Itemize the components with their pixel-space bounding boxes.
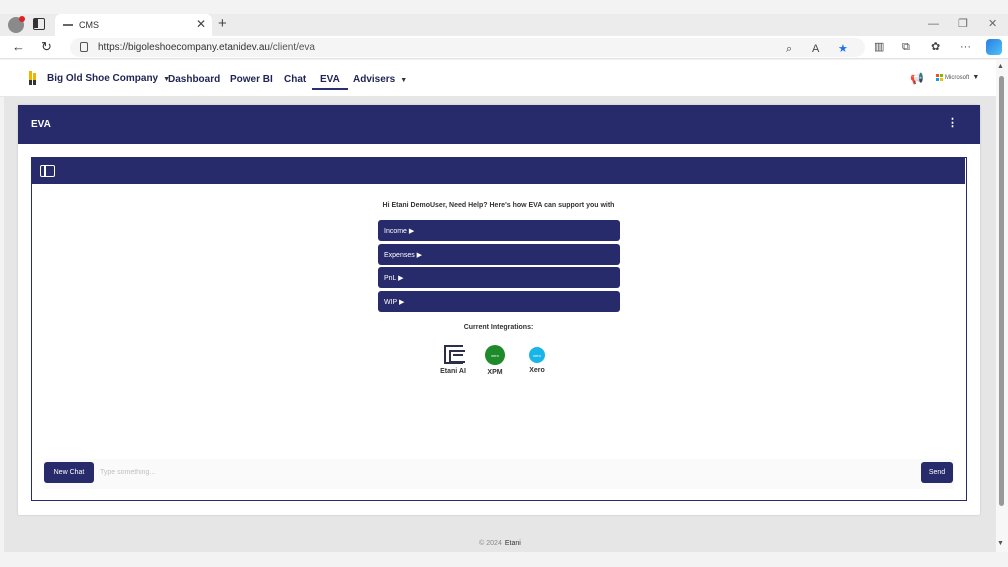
url-text: https://bigoleshoecompany.etanidev.au/cl… (98, 42, 315, 53)
etani-icon (443, 345, 465, 364)
main-content: EVA ⋮ Hi Etani DemoUser, Need Help? Here… (4, 97, 996, 552)
tab-favicon-icon (63, 24, 73, 26)
scroll-up-icon[interactable]: ▲ (997, 63, 1004, 70)
tab-actions-icon[interactable] (33, 18, 45, 30)
maximize-icon[interactable]: ❐ (958, 16, 968, 32)
option-pnl[interactable]: PnL ▶ (378, 267, 620, 288)
footer-copyright: © 2024 (479, 540, 502, 547)
profile-icon[interactable] (8, 16, 25, 33)
xpm-icon: xero (485, 345, 505, 365)
account-label: Microsoft (945, 74, 970, 81)
card-header: EVA ⋮ (18, 105, 980, 144)
sidebar-toggle-icon[interactable] (40, 165, 55, 177)
address-bar: ← ↻ https://bigoleshoecompany.etanidev.a… (0, 36, 1008, 59)
more-icon[interactable]: ··· (960, 40, 971, 54)
integration-label: XPM (487, 369, 503, 376)
company-dropdown[interactable]: Big Old Shoe Company ▼ (47, 73, 170, 84)
copilot-icon[interactable] (986, 39, 1002, 55)
scroll-down-icon[interactable]: ▼ (997, 540, 1004, 547)
browser-tab[interactable]: CMS ✕ (55, 14, 212, 36)
chevron-down-icon: ▼ (400, 77, 408, 84)
zoom-icon[interactable]: ⌕ (786, 42, 792, 56)
message-input[interactable] (100, 462, 900, 483)
back-icon[interactable]: ← (12, 39, 25, 55)
card-title: EVA (31, 119, 51, 130)
option-expenses[interactable]: Expenses ▶ (378, 244, 620, 265)
tab-title: CMS (79, 20, 99, 30)
url-host: https://bigoleshoecompany.etanidev.au (98, 42, 270, 53)
integration-xpm: xero XPM (475, 345, 515, 376)
extensions-icon[interactable]: ✿ (931, 40, 940, 54)
tab-close-icon[interactable]: ✕ (196, 18, 206, 30)
new-chat-button[interactable]: New Chat (44, 462, 94, 483)
app-navbar: Big Old Shoe Company ▼ Dashboard Power BI… (0, 60, 996, 97)
nav-advisers[interactable]: Advisers ▼ (353, 74, 407, 85)
split-screen-icon[interactable]: ▥ (874, 40, 884, 54)
xero-icon: xero (529, 347, 545, 363)
eva-card: EVA ⋮ Hi Etani DemoUser, Need Help? Here… (18, 105, 980, 515)
kebab-menu-icon[interactable]: ⋮ (947, 118, 958, 129)
company-logo-icon (29, 71, 36, 85)
integrations-title: Current Integrations: (463, 324, 534, 331)
collections-icon[interactable]: ⧉ (902, 40, 910, 54)
page-scrollbar[interactable]: ▲ ▼ (996, 60, 1008, 552)
nav-eva[interactable]: EVA (312, 74, 348, 90)
chevron-down-icon: ▼ (972, 74, 980, 81)
nav-power-bi[interactable]: Power BI (230, 74, 273, 85)
option-wip[interactable]: WIP ▶ (378, 291, 620, 312)
browser-tab-bar: CMS ✕ + — ❐ ✕ (0, 14, 1008, 36)
lock-icon[interactable] (80, 42, 88, 52)
refresh-icon[interactable]: ↻ (41, 39, 52, 55)
footer: © 2024 Etani (4, 540, 996, 547)
company-name: Big Old Shoe Company (47, 73, 159, 84)
greeting-text: Hi Etani DemoUser, Need Help? Here's how… (382, 202, 615, 209)
chat-input-row: New Chat Send (44, 459, 954, 489)
integration-label: Xero (529, 367, 545, 374)
integration-etani: Etani AI (433, 345, 473, 375)
nav-dashboard[interactable]: Dashboard (168, 74, 220, 85)
integration-label: Etani AI (440, 368, 466, 375)
nav-chat[interactable]: Chat (284, 74, 306, 85)
nav-advisers-label: Advisers (353, 74, 396, 85)
minimize-icon[interactable]: — (928, 16, 939, 32)
favorite-star-icon[interactable]: ★ (838, 42, 848, 56)
url-path: /client/eva (269, 42, 315, 53)
close-window-icon[interactable]: ✕ (988, 16, 997, 32)
send-button[interactable]: Send (921, 462, 953, 483)
microsoft-logo-icon (936, 74, 943, 81)
chat-header (32, 158, 965, 184)
account-dropdown[interactable]: Microsoft ▼ (936, 74, 979, 81)
new-tab-icon[interactable]: + (218, 16, 227, 32)
read-aloud-icon[interactable]: A (812, 42, 819, 56)
chat-panel: Hi Etani DemoUser, Need Help? Here's how… (31, 157, 967, 501)
integration-xero: xero Xero (517, 345, 557, 374)
url-field[interactable]: https://bigoleshoecompany.etanidev.au/cl… (70, 38, 865, 57)
option-income[interactable]: Income ▶ (378, 220, 620, 241)
megaphone-icon[interactable]: 📢 (910, 72, 924, 85)
footer-brand: Etani (504, 540, 521, 547)
scroll-thumb[interactable] (999, 76, 1004, 506)
